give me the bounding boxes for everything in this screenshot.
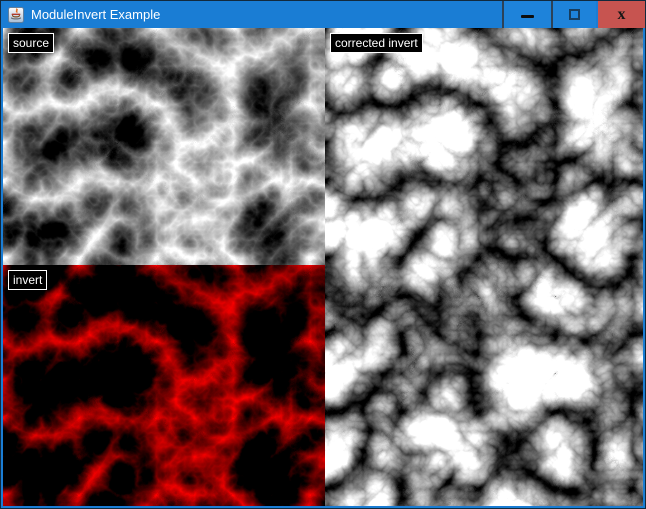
java-coffee-cup-icon: [8, 7, 24, 23]
caption-buttons: x: [502, 1, 645, 28]
maximize-button[interactable]: [553, 1, 596, 28]
invert-label: invert: [8, 270, 47, 290]
source-texture-image: [3, 28, 325, 265]
panel-source: source: [3, 28, 325, 265]
source-label: source: [8, 33, 54, 53]
invert-texture-image: [3, 265, 325, 506]
app-window: ModuleInvert Example x: [0, 0, 646, 509]
corrected-invert-texture-image: [325, 28, 643, 506]
titlebar[interactable]: ModuleInvert Example x: [1, 1, 645, 28]
image-canvas: source invert: [3, 28, 643, 506]
corrected-invert-label: corrected invert: [330, 33, 423, 53]
minimize-icon: [521, 15, 534, 18]
maximize-icon: [569, 9, 580, 20]
close-icon: x: [618, 7, 626, 23]
panel-invert: invert: [3, 265, 325, 506]
window-title: ModuleInvert Example: [31, 1, 502, 28]
panel-corrected-invert: corrected invert: [325, 28, 643, 506]
minimize-button[interactable]: [504, 1, 551, 28]
close-button[interactable]: x: [598, 1, 645, 28]
